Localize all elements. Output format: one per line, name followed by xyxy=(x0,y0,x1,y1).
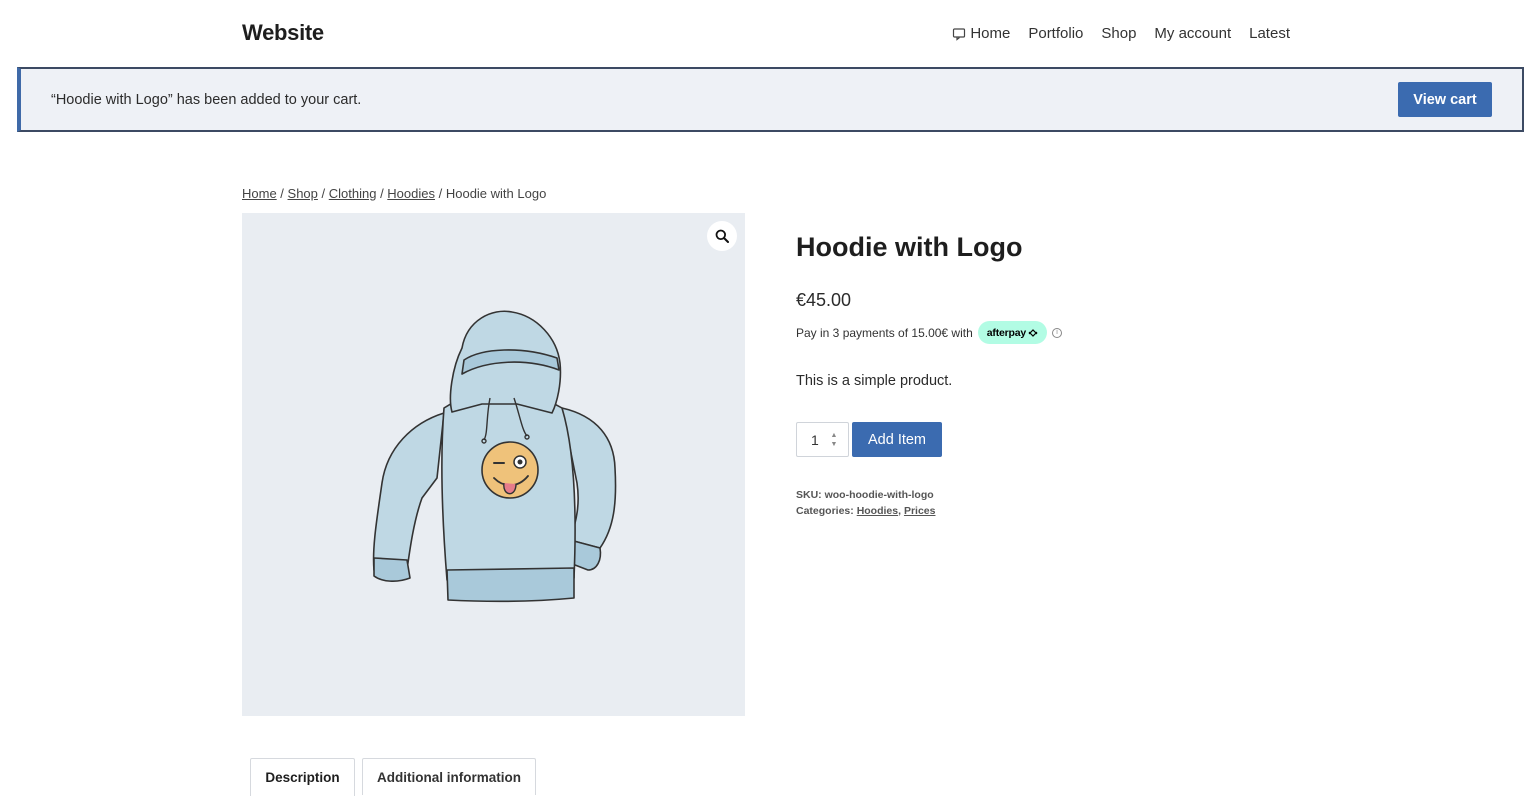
nav-label: Portfolio xyxy=(1028,25,1084,42)
breadcrumb-clothing[interactable]: Clothing xyxy=(329,186,377,201)
breadcrumb-separator: / xyxy=(435,186,446,201)
product-price: €45.00 xyxy=(796,290,852,310)
quantity-spinner[interactable]: ▲ ▼ xyxy=(829,432,839,448)
quantity-stepper[interactable]: 1 ▲ ▼ xyxy=(796,422,849,457)
nav-label: My account xyxy=(1154,25,1232,42)
site-title[interactable]: Website xyxy=(242,20,324,46)
nav-item-latest[interactable]: Latest xyxy=(1249,25,1290,42)
nav-label: Latest xyxy=(1249,25,1290,42)
category-link-hoodies[interactable]: Hoodies xyxy=(857,505,898,517)
nav-item-shop[interactable]: Shop xyxy=(1101,25,1136,42)
hoodie-image xyxy=(372,310,617,603)
nav-item-my-account[interactable]: My account xyxy=(1154,25,1231,42)
product-title: Hoodie with Logo xyxy=(796,232,1023,262)
sku-label: SKU: xyxy=(796,489,822,501)
breadcrumb-home[interactable]: Home xyxy=(242,186,277,201)
zoom-button[interactable] xyxy=(707,221,737,251)
categories-label: Categories: xyxy=(796,505,854,517)
breadcrumb-separator: / xyxy=(276,186,288,201)
notice-message: “Hoodie with Logo” has been added to you… xyxy=(51,91,362,108)
view-cart-button[interactable]: View cart xyxy=(1398,82,1492,117)
nav-item-portfolio[interactable]: Portfolio xyxy=(1028,25,1083,42)
afterpay-arrows-icon xyxy=(1028,328,1038,337)
breadcrumb-current: Hoodie with Logo xyxy=(445,186,547,201)
info-icon[interactable]: i xyxy=(1052,327,1063,338)
cart-notice: “Hoodie with Logo” has been added to you… xyxy=(17,67,1524,132)
chevron-down-icon[interactable]: ▼ xyxy=(831,441,838,448)
afterpay-info: Pay in 3 payments of 15.00€ with afterpa… xyxy=(796,321,1063,344)
sku-value: woo-hoodie-with-logo xyxy=(824,489,934,501)
short-description: This is a simple product. xyxy=(796,373,953,389)
breadcrumb-separator: / xyxy=(317,186,329,201)
product-gallery[interactable] xyxy=(242,213,745,716)
afterpay-text: Pay in 3 payments of 15.00€ with xyxy=(796,325,973,340)
breadcrumb-shop[interactable]: Shop xyxy=(288,186,318,201)
tab-description[interactable]: Description xyxy=(250,758,355,796)
breadcrumb: Home / Shop / Clothing / Hoodies / Hoodi… xyxy=(242,186,546,201)
chevron-up-icon[interactable]: ▲ xyxy=(831,432,838,439)
categories-row: Categories: Hoodies, Prices xyxy=(796,505,936,517)
nav-label: Home xyxy=(970,25,1011,42)
afterpay-logo[interactable]: afterpay xyxy=(977,321,1048,344)
sku-row: SKU: woo-hoodie-with-logo xyxy=(796,487,935,503)
tab-additional-information[interactable]: Additional information xyxy=(362,758,536,795)
nav-label: Shop xyxy=(1101,25,1137,42)
product-meta: SKU: woo-hoodie-with-logo Categories: Ho… xyxy=(796,487,935,519)
quantity-value: 1 xyxy=(811,431,819,448)
main-nav: Home Portfolio Shop My account Latest xyxy=(952,25,1290,42)
category-link-prices[interactable]: Prices xyxy=(904,505,936,517)
afterpay-logo-text: afterpay xyxy=(986,326,1027,339)
breadcrumb-hoodies[interactable]: Hoodies xyxy=(387,186,435,201)
product-tabs: Description Additional information xyxy=(242,758,1300,797)
breadcrumb-separator: / xyxy=(376,186,388,201)
nav-item-home[interactable]: Home xyxy=(952,25,1010,42)
add-item-button[interactable]: Add Item xyxy=(852,422,942,457)
home-icon xyxy=(953,27,966,41)
magnifier-icon xyxy=(715,229,729,243)
